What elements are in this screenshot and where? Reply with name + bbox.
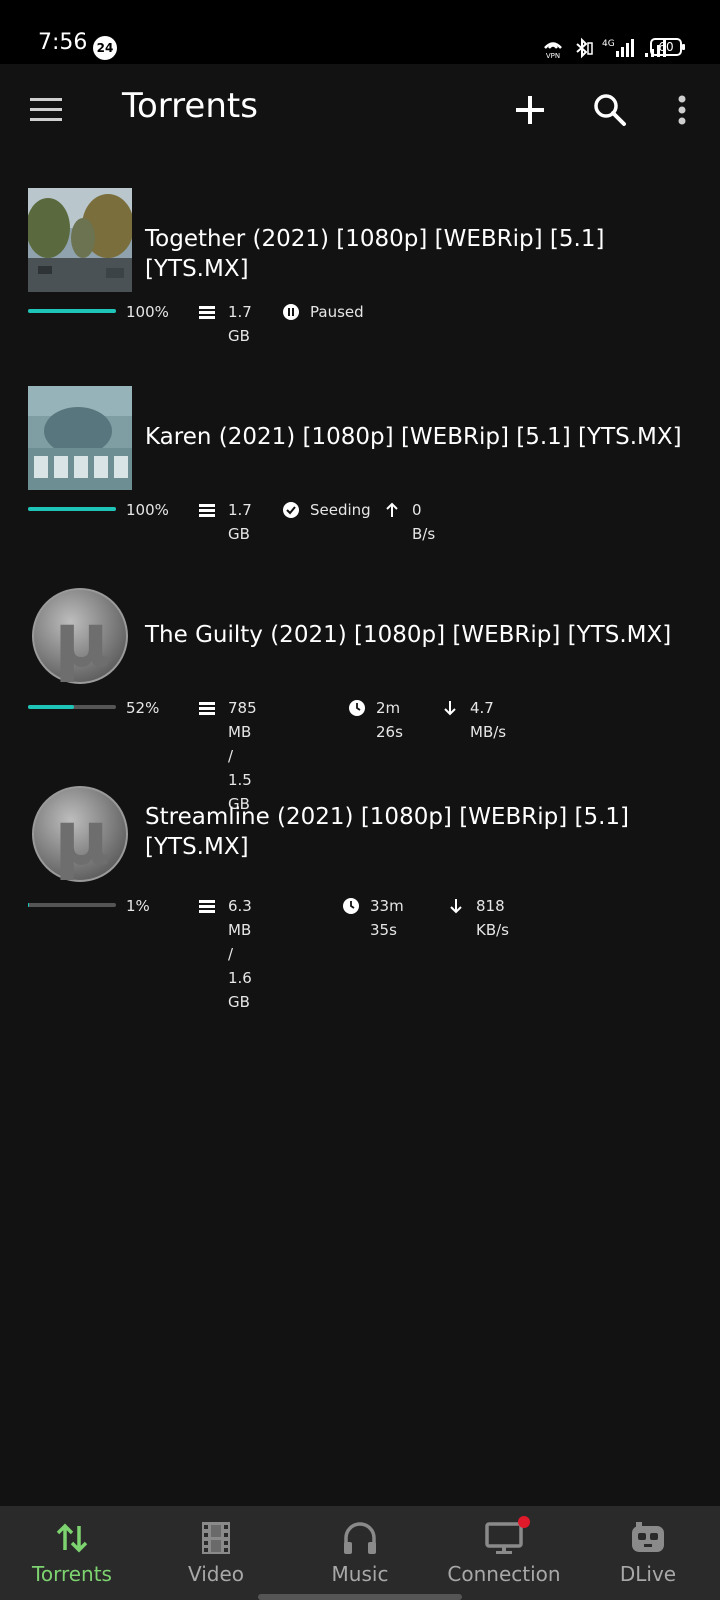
storage-icon — [199, 306, 215, 319]
app-bar: Torrents — [0, 64, 720, 160]
torrent-name: Streamline (2021) [1080p] [WEBRip] [5.1]… — [145, 804, 630, 860]
home-indicator — [258, 1594, 462, 1600]
nav-tab-video[interactable]: Video — [144, 1506, 288, 1600]
progress-label: 1% — [126, 897, 150, 915]
progress-fill — [28, 309, 116, 313]
nav-tab-music[interactable]: Music — [288, 1506, 432, 1600]
clock-icon — [349, 700, 365, 716]
status-label: Seeding — [310, 501, 371, 519]
nav-label: DLive — [619, 1562, 677, 1586]
progress-fill — [28, 507, 116, 511]
torrent-item-karen[interactable]: Karen (2021) [1080p] [WEBRip] [5.1] [YTS… — [0, 386, 720, 566]
arrow-down-icon — [450, 899, 462, 914]
nav-tab-connection[interactable]: Connection — [432, 1506, 576, 1600]
size-label: 6.3 MB / 1.6 GB — [228, 897, 252, 1011]
status-bar: 7:56 24 VPN 4G 60 — [0, 0, 720, 64]
bluetooth-icon — [576, 37, 593, 59]
progress-label: 52% — [126, 699, 160, 717]
torrent-item-streamline[interactable]: μ Streamline (2021) [1080p] [WEBRip] [5.… — [0, 782, 720, 1011]
nav-label: Music — [331, 1562, 389, 1586]
progress-fill — [28, 705, 74, 709]
nav-label: Torrents — [32, 1562, 112, 1586]
torrent-name: The Guilty (2021) [1080p] [WEBRip] [YTS.… — [145, 622, 672, 648]
speed-label: 818 KB/s — [476, 897, 509, 939]
arrow-up-icon — [386, 502, 398, 517]
menu-icon[interactable] — [28, 90, 68, 130]
svg-text:μ: μ — [54, 595, 110, 684]
signal-4g-icon: 4G — [602, 39, 634, 57]
svg-text:VPN: VPN — [546, 52, 560, 59]
torrent-name: Together (2021) [1080p] [WEBRip] [5.1] [… — [145, 226, 605, 282]
headphones-icon — [344, 1522, 376, 1554]
nav-tab-torrents[interactable]: Torrents — [0, 1506, 144, 1600]
add-icon[interactable] — [510, 90, 550, 130]
arrow-down-icon — [444, 701, 456, 716]
storage-icon — [199, 900, 215, 913]
poster-thumbnail — [28, 386, 132, 490]
progress-label: 100% — [126, 303, 169, 321]
vpn-icon: VPN — [544, 42, 562, 59]
search-icon[interactable] — [590, 90, 630, 130]
page-title: Torrents — [122, 86, 258, 126]
nav-label: Video — [187, 1562, 245, 1586]
notification-dot — [518, 1516, 530, 1528]
clock-icon — [343, 898, 359, 914]
progress-bar — [28, 705, 116, 709]
nav-label: Connection — [447, 1562, 561, 1586]
storage-icon — [199, 702, 215, 715]
progress-bar — [28, 309, 116, 313]
poster-thumbnail — [28, 188, 132, 292]
more-vert-icon[interactable] — [668, 90, 700, 130]
battery-indicator: 60 — [650, 38, 685, 56]
storage-icon — [199, 504, 215, 517]
film-icon — [202, 1522, 230, 1554]
utorrent-logo-icon: μ — [28, 782, 132, 886]
eta-label: 33m 35s — [370, 897, 404, 939]
torrent-name: Karen (2021) [1080p] [WEBRip] [5.1] [YTS… — [145, 424, 682, 450]
nav-tab-dlive[interactable]: DLive — [576, 1506, 720, 1600]
progress-bar — [28, 903, 116, 907]
bottom-navigation: Torrents Video Music Connection DLive — [0, 1506, 720, 1600]
speed-label: 0 B/s — [412, 501, 436, 543]
dlive-icon — [632, 1522, 664, 1552]
torrent-item-together[interactable]: Together (2021) [1080p] [WEBRip] [5.1] [… — [0, 188, 720, 368]
check-circle-icon — [283, 502, 299, 518]
size-label: 1.7 GB — [228, 501, 252, 543]
size-label: 1.7 GB — [228, 303, 252, 345]
svg-text:μ: μ — [54, 793, 110, 882]
svg-text:4G: 4G — [602, 39, 615, 49]
notification-count-badge: 24 — [93, 36, 117, 60]
status-label: Paused — [310, 303, 364, 321]
progress-fill — [28, 903, 29, 907]
progress-label: 100% — [126, 501, 169, 519]
status-time: 7:56 — [38, 30, 88, 55]
torrents-arrows-icon — [56, 1523, 88, 1553]
eta-label: 2m 26s — [376, 699, 403, 741]
torrent-item-the-guilty[interactable]: μ The Guilty (2021) [1080p] [WEBRip] [YT… — [0, 584, 720, 813]
pause-circle-icon — [283, 304, 299, 320]
progress-bar — [28, 507, 116, 511]
speed-label: 4.7 MB/s — [470, 699, 507, 741]
utorrent-logo-icon: μ — [28, 584, 132, 688]
